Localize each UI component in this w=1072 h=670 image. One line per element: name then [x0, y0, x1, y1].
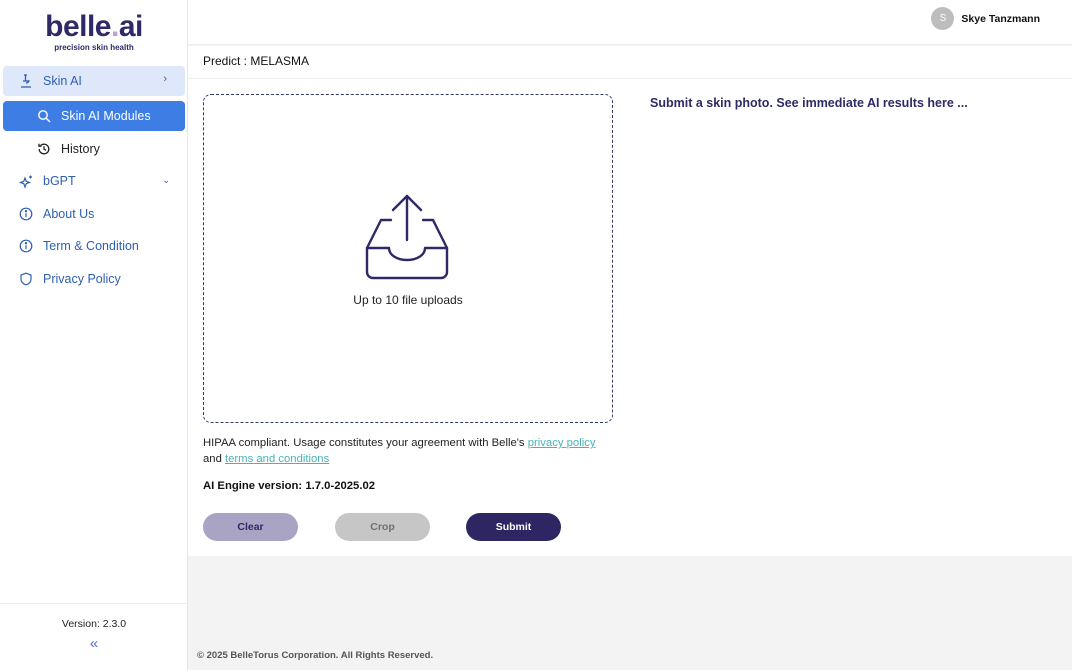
sidebar-item-label: About Us [43, 206, 95, 221]
brand-name-dot: . [111, 10, 119, 43]
sidebar-item-history[interactable]: History [0, 134, 188, 164]
top-bar: S Skye Tanzmann [188, 0, 1072, 45]
ai-engine-version: AI Engine version: 1.7.0-2025.02 [203, 480, 376, 492]
sidebar-item-label: bGPT [43, 174, 76, 189]
user-menu[interactable]: S Skye Tanzmann [931, 7, 1040, 30]
sidebar-item-label: History [61, 142, 100, 156]
submit-button[interactable]: Submit [466, 513, 561, 541]
divider [188, 78, 1072, 79]
upload-tray-icon [361, 192, 453, 289]
collapse-sidebar-icon[interactable]: « [0, 635, 188, 652]
upload-hint: Up to 10 file uploads [353, 293, 463, 307]
avatar[interactable]: S [931, 7, 955, 30]
sidebar: belle.ai precision skin health Skin AI ›… [0, 0, 188, 670]
file-upload-dropzone[interactable]: Up to 10 file uploads [203, 94, 613, 423]
hipaa-notice: HIPAA compliant. Usage constitutes your … [203, 435, 623, 467]
search-icon [36, 108, 52, 124]
main-panel: Predict : MELASMA Up to 10 file uploads … [188, 46, 1072, 556]
sidebar-item-label: Skin AI [43, 74, 82, 88]
sidebar-footer: Version: 2.3.0 « [0, 603, 188, 670]
results-placeholder: Submit a skin photo. See immediate AI re… [650, 96, 968, 110]
sidebar-item-label: Privacy Policy [43, 271, 121, 286]
brand-name-main: belle [45, 10, 111, 43]
sidebar-item-skin-ai[interactable]: Skin AI › [3, 66, 185, 96]
hipaa-text: HIPAA compliant. Usage constitutes your … [203, 437, 528, 449]
sidebar-item-about-us[interactable]: About Us [0, 199, 188, 229]
sidebar-item-term-condition[interactable]: Term & Condition [0, 231, 188, 261]
brand-name-tld: ai [118, 10, 144, 43]
sidebar-nav: Skin AI › Skin AI Modules History bGPT ⌄ [0, 66, 188, 296]
clear-button[interactable]: Clear [203, 513, 298, 541]
sidebar-item-label: Skin AI Modules [61, 109, 151, 123]
brand-tagline: precision skin health [54, 43, 134, 52]
sidebar-item-privacy-policy[interactable]: Privacy Policy [0, 264, 188, 294]
page-title: Predict : MELASMA [203, 54, 310, 68]
shield-icon [18, 271, 34, 287]
brand-logo[interactable]: belle.ai precision skin health [0, 10, 188, 53]
copyright-footer: © 2025 BelleTorus Corporation. All Right… [197, 650, 434, 661]
terms-and-conditions-link[interactable]: terms and conditions [225, 453, 329, 465]
hipaa-and-text: and [203, 453, 225, 465]
microscope-icon [18, 73, 34, 89]
chevron-right-icon: › [163, 73, 167, 85]
sidebar-item-skin-ai-modules[interactable]: Skin AI Modules [3, 101, 185, 131]
info-icon [18, 238, 34, 254]
chevron-down-icon: ⌄ [162, 175, 170, 186]
sidebar-item-label: Term & Condition [43, 239, 139, 254]
sparkle-icon [18, 173, 34, 189]
privacy-policy-link[interactable]: privacy policy [528, 437, 596, 449]
crop-button[interactable]: Crop [335, 513, 430, 541]
sidebar-item-bgpt[interactable]: bGPT ⌄ [0, 166, 188, 196]
user-name[interactable]: Skye Tanzmann [961, 13, 1040, 25]
app-version: Version: 2.3.0 [61, 618, 127, 630]
info-icon [18, 206, 34, 222]
history-icon [36, 141, 52, 157]
